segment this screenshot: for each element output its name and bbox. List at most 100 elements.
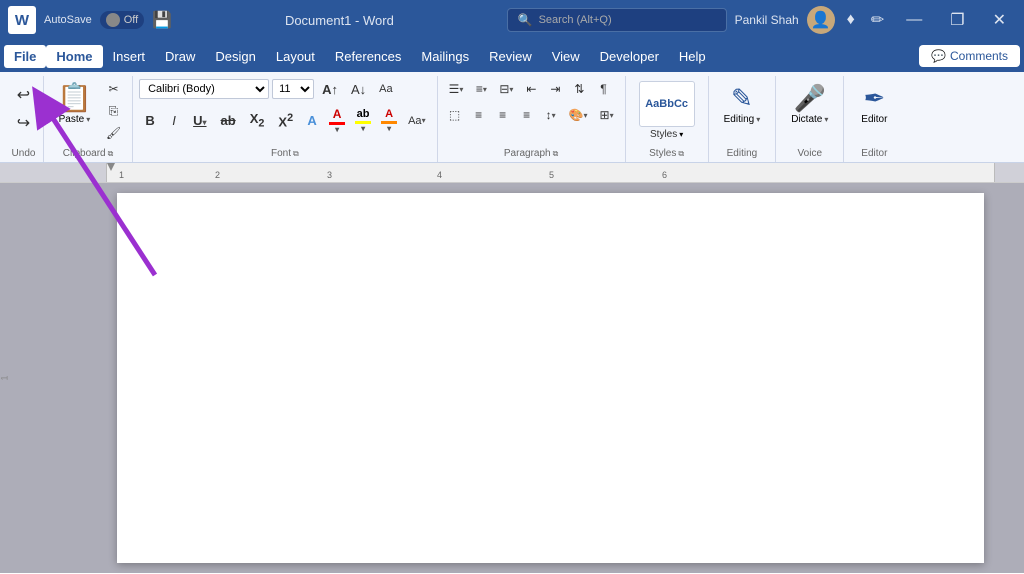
paste-icon: 📋	[57, 81, 92, 114]
menu-review[interactable]: Review	[479, 45, 542, 68]
user-name: Pankil Shah	[735, 13, 799, 27]
font-group: Calibri (Body) 11 A↑ A↓ Aa B I U▾ ab X2 …	[133, 76, 437, 162]
editing-group: ✎ Editing ▾ Editing	[709, 76, 777, 162]
menu-developer[interactable]: Developer	[590, 45, 669, 68]
styles-preview-box[interactable]: AaBbCc	[639, 81, 695, 127]
highlight-dropdown[interactable]: ▾	[361, 124, 365, 133]
minimize-button[interactable]: —	[896, 11, 932, 29]
numbering-button[interactable]: ≡▾	[470, 78, 492, 100]
italic-button[interactable]: I	[163, 110, 185, 131]
close-button[interactable]: ✕	[983, 10, 1016, 30]
menu-view[interactable]: View	[542, 45, 590, 68]
word-logo: W	[8, 6, 36, 34]
editor-icon: ✒	[863, 83, 885, 114]
styles-label: Styles ⧉	[649, 146, 684, 162]
increase-font-button[interactable]: A↑	[317, 78, 343, 100]
format-painter-button[interactable]: 🖌	[101, 122, 126, 144]
decrease-indent-button[interactable]: ⇤	[520, 78, 542, 100]
save-icon[interactable]: 💾	[152, 10, 172, 30]
ribbon: ↩ ↪ Undo 📋 Paste ▾ ✂ ⎘ 🖌	[0, 72, 1024, 163]
cut-button[interactable]: ✂	[101, 78, 126, 100]
menu-design[interactable]: Design	[205, 45, 265, 68]
highlight-color-button[interactable]: ab ▾	[351, 105, 375, 136]
menu-file[interactable]: File	[4, 45, 46, 68]
shading-paragraph-button[interactable]: 🎨▾	[564, 104, 593, 126]
font-color-button[interactable]: A ▾	[325, 104, 349, 137]
align-left-button[interactable]: ⬚	[444, 104, 466, 126]
font-size-dropdown[interactable]: 11	[272, 79, 314, 99]
styles-dropdown-arrow[interactable]: ▾	[679, 130, 683, 139]
font-color-dropdown[interactable]: ▾	[335, 125, 339, 134]
menu-help[interactable]: Help	[669, 45, 716, 68]
document-page[interactable]	[117, 193, 984, 563]
shading-color-button[interactable]: A ▾	[377, 105, 401, 136]
editing-dropdown-arrow[interactable]: ▾	[756, 115, 760, 124]
menu-mailings[interactable]: Mailings	[411, 45, 479, 68]
search-box[interactable]: 🔍 Search (Alt+Q)	[507, 8, 727, 32]
menu-insert[interactable]: Insert	[103, 45, 156, 68]
menu-draw[interactable]: Draw	[155, 45, 205, 68]
font-top-row: Calibri (Body) 11 A↑ A↓ Aa	[139, 78, 398, 100]
clipboard-expand-icon[interactable]: ⧉	[108, 149, 114, 159]
font-expand-icon[interactable]: ⧉	[293, 149, 299, 159]
change-case-button[interactable]: Aa▾	[403, 110, 430, 132]
paragraph-group: ☰▾ ≡▾ ⊟▾ ⇤ ⇥ ⇅ ¶ ⬚ ≡ ≡ ≡ ↕▾ 🎨▾ ⊞▾	[438, 76, 626, 162]
editor-label: Editor	[861, 146, 887, 162]
document-area: 1	[0, 183, 1024, 573]
line-spacing-button[interactable]: ↕▾	[540, 104, 562, 126]
pen-icon[interactable]: ✏	[867, 8, 888, 32]
editor-button[interactable]: ✒ Editor	[852, 78, 896, 130]
borders-button[interactable]: ⊞▾	[595, 104, 619, 126]
underline-button[interactable]: U▾	[187, 110, 212, 131]
autosave-toggle[interactable]: Off	[100, 11, 144, 29]
restore-button[interactable]: ❐	[940, 10, 974, 30]
align-right-button[interactable]: ≡	[492, 104, 514, 126]
undo-button[interactable]: ↩	[12, 82, 35, 108]
dictate-button[interactable]: 🎤 Dictate ▾	[782, 78, 837, 130]
styles-btn-label: Styles ▾	[650, 129, 683, 140]
comments-button[interactable]: 💬 Comments	[919, 45, 1020, 67]
avatar: 👤	[807, 6, 835, 34]
para-row-1: ☰▾ ≡▾ ⊟▾ ⇤ ⇥ ⇅ ¶	[444, 78, 615, 100]
decrease-font-button[interactable]: A↓	[346, 78, 371, 100]
redo-button[interactable]: ↪	[12, 110, 35, 136]
increase-indent-button[interactable]: ⇥	[544, 78, 566, 100]
show-marks-button[interactable]: ¶	[592, 78, 614, 100]
menu-references[interactable]: References	[325, 45, 411, 68]
multilevel-list-button[interactable]: ⊟▾	[494, 78, 518, 100]
search-icon: 🔍	[518, 13, 533, 27]
shading-dropdown[interactable]: ▾	[387, 124, 391, 133]
search-placeholder: Search (Alt+Q)	[539, 14, 612, 26]
page-number-left: 1	[0, 375, 10, 380]
editing-button[interactable]: ✎ Editing ▾	[715, 78, 770, 130]
clipboard-label: Clipboard ⧉	[63, 146, 114, 162]
editing-icon: ✎	[731, 83, 753, 114]
bullets-button[interactable]: ☰▾	[444, 78, 469, 100]
styles-expand-icon[interactable]: ⧉	[678, 149, 684, 159]
user-area: Pankil Shah 👤	[735, 6, 835, 34]
dictate-dropdown-arrow[interactable]: ▾	[824, 115, 828, 124]
justify-button[interactable]: ≡	[516, 104, 538, 126]
editor-btn-label: Editor	[861, 114, 887, 125]
superscript-button[interactable]: X2	[272, 109, 299, 132]
voice-group: 🎤 Dictate ▾ Voice	[776, 76, 844, 162]
text-effect-button[interactable]: A	[301, 110, 323, 132]
bold-button[interactable]: B	[139, 110, 161, 131]
paragraph-expand-icon[interactable]: ⧉	[553, 149, 559, 159]
styles-group: AaBbCc Styles ▾ Styles ⧉	[626, 76, 709, 162]
menu-home[interactable]: Home	[46, 45, 102, 68]
paste-button[interactable]: 📋 Paste ▾	[50, 78, 99, 128]
para-row-2: ⬚ ≡ ≡ ≡ ↕▾ 🎨▾ ⊞▾	[444, 104, 619, 126]
gem-icon[interactable]: ♦	[843, 9, 859, 31]
menu-layout[interactable]: Layout	[266, 45, 325, 68]
clear-format-button[interactable]: Aa	[374, 78, 397, 100]
font-name-dropdown[interactable]: Calibri (Body)	[139, 79, 269, 99]
subscript-button[interactable]: X2	[244, 108, 271, 133]
strikethrough-button[interactable]: ab	[215, 110, 242, 131]
styles-button[interactable]: AaBbCc Styles ▾	[632, 78, 702, 143]
copy-button[interactable]: ⎘	[101, 100, 126, 122]
sort-button[interactable]: ⇅	[568, 78, 590, 100]
paragraph-label: Paragraph ⧉	[504, 146, 558, 162]
comments-label: Comments	[950, 49, 1008, 63]
align-center-button[interactable]: ≡	[468, 104, 490, 126]
